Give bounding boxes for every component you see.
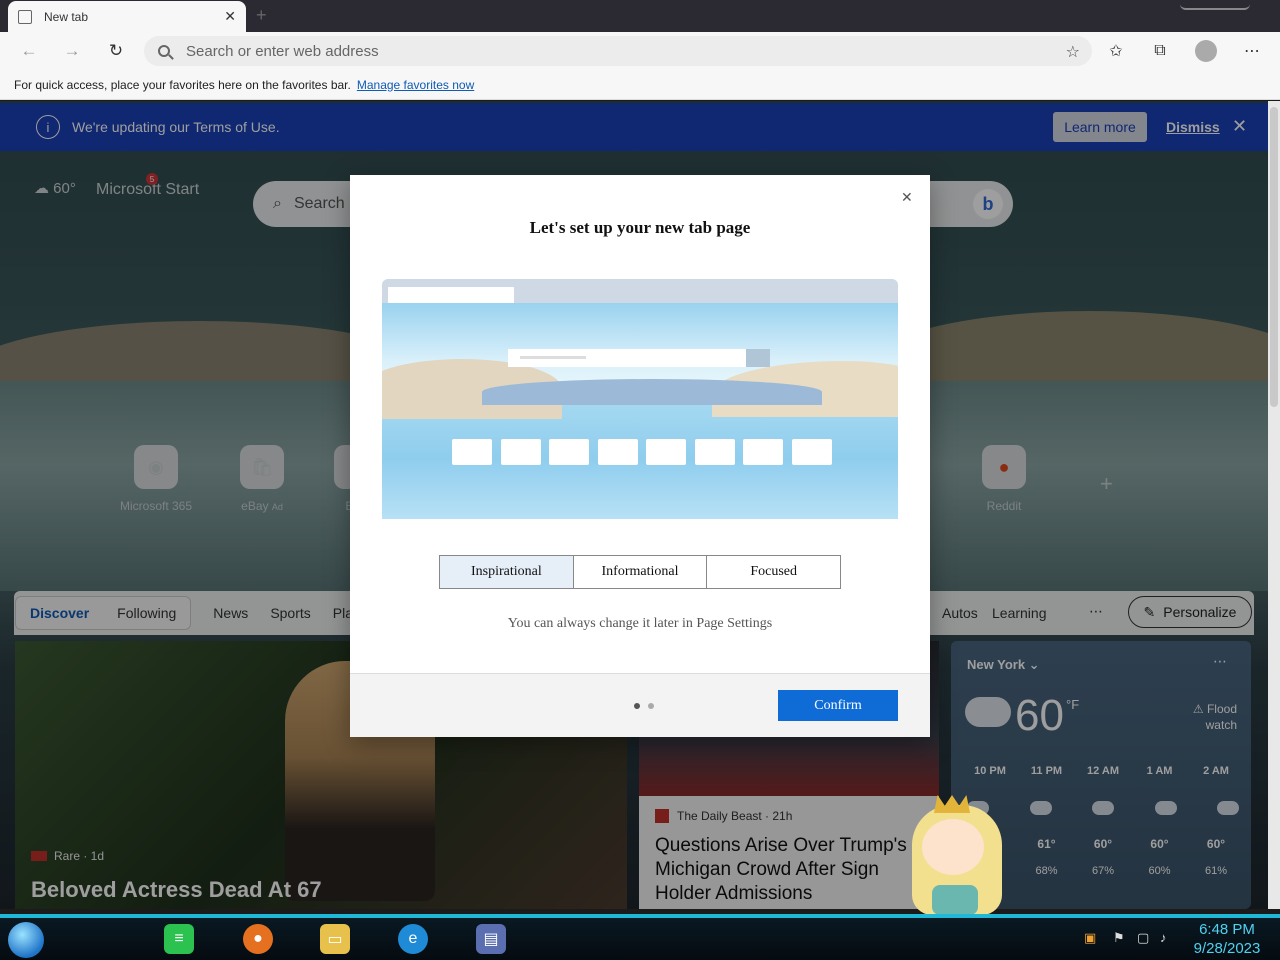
manage-favorites-link[interactable]: Manage favorites now	[357, 78, 474, 92]
option-focused[interactable]: Focused	[707, 556, 840, 588]
clock-time: 6:48 PM	[1199, 921, 1255, 938]
tray-app-icon[interactable]: ▣	[1084, 930, 1100, 946]
settings-more-icon[interactable]: ⋯	[1238, 37, 1266, 65]
firefox-icon[interactable]: ●	[243, 924, 273, 954]
flag-icon[interactable]: ⚑	[1113, 930, 1129, 946]
layout-preview-image	[382, 279, 898, 519]
volume-icon[interactable]: ♪	[1160, 930, 1176, 946]
option-informational[interactable]: Informational	[574, 556, 708, 588]
back-button[interactable]: ←	[14, 36, 44, 66]
tab-title: New tab	[44, 9, 89, 24]
dialog-footer: Confirm	[350, 673, 930, 737]
favorites-bar: For quick access, place your favorites h…	[0, 70, 1280, 100]
collections-icon[interactable]: ⧉	[1146, 37, 1174, 65]
title-bar: New tab ✕ +	[0, 0, 1280, 32]
profile-avatar[interactable]	[1195, 40, 1217, 62]
close-tab-icon[interactable]: ✕	[224, 8, 236, 25]
address-placeholder: Search or enter web address	[186, 42, 379, 60]
network-icon[interactable]: ▢	[1137, 930, 1153, 946]
page-indicator	[634, 703, 654, 709]
page-dot	[648, 703, 654, 709]
address-bar[interactable]: Search or enter web address ☆	[144, 36, 1092, 66]
forward-button[interactable]: →	[57, 36, 87, 66]
confirm-button[interactable]: Confirm	[778, 690, 898, 721]
dialog-title: Let's set up your new tab page	[529, 218, 751, 237]
start-button[interactable]	[8, 922, 44, 958]
add-favorite-icon[interactable]: ☆	[1066, 42, 1080, 62]
layout-option-selector: Inspirational Informational Focused	[439, 555, 841, 589]
new-tab-button[interactable]: +	[256, 5, 267, 26]
clock-date: 9/28/2023	[1193, 940, 1261, 957]
tab-new-tab[interactable]: New tab ✕	[8, 1, 246, 32]
clock[interactable]: 6:48 PM 9/28/2023	[1180, 920, 1274, 958]
navigation-bar: ← → ↻ Search or enter web address ☆ ✩ ⧉ …	[0, 32, 1280, 70]
new-tab-icon	[18, 9, 32, 24]
spotify-icon[interactable]: ≡	[164, 924, 194, 954]
app-window-icon[interactable]: ▤	[476, 924, 506, 954]
page-dot-active	[634, 703, 640, 709]
option-inspirational[interactable]: Inspirational	[440, 556, 574, 588]
search-icon	[158, 45, 170, 57]
window-controls[interactable]	[1180, 0, 1250, 10]
taskbar: ≡ ● ▭ e ▤ ▣ ⚑ ▢ ♪ 6:48 PM 9/28/2023	[0, 914, 1280, 960]
desktop-mascot-sticker	[902, 795, 1002, 915]
favorites-icon[interactable]: ✩	[1102, 37, 1130, 65]
edge-icon[interactable]: e	[398, 924, 428, 954]
page-scrollbar[interactable]	[1268, 101, 1280, 909]
close-icon[interactable]: ✕	[901, 189, 913, 206]
setup-dialog: ✕ Let's set up your new tab page Inspira…	[350, 175, 930, 737]
favorites-bar-text: For quick access, place your favorites h…	[14, 77, 351, 92]
dialog-note: You can always change it later in Page S…	[507, 616, 773, 631]
refresh-button[interactable]: ↻	[101, 36, 131, 66]
file-explorer-icon[interactable]: ▭	[320, 924, 350, 954]
